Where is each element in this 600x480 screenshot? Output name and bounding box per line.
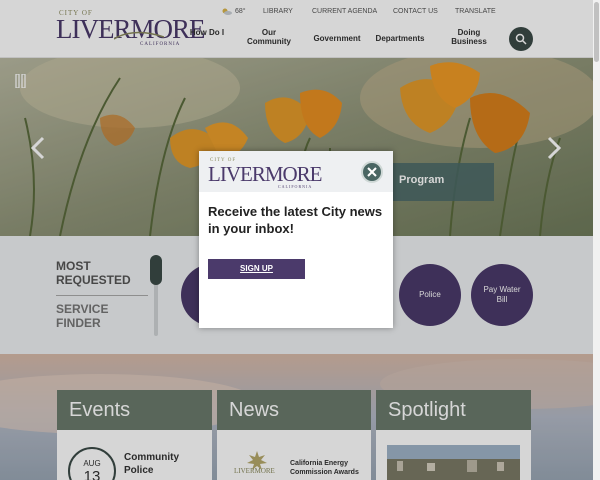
modal-message: Receive the latest City news in your inb… <box>208 204 383 236</box>
modal-logo-state: CALIFORNIA <box>278 184 313 189</box>
modal-close-button[interactable] <box>361 161 383 183</box>
close-icon <box>367 167 377 177</box>
modal-logo: CITY OF LIVERMORE CALIFORNIA <box>208 158 322 189</box>
page-scrollbar[interactable] <box>593 0 600 480</box>
newsletter-modal: CITY OF LIVERMORE CALIFORNIA Receive the… <box>199 151 393 328</box>
page-scrollbar-thumb[interactable] <box>594 2 599 62</box>
modal-header: CITY OF LIVERMORE CALIFORNIA <box>199 151 393 192</box>
signup-button[interactable]: SIGN UP <box>208 259 305 279</box>
